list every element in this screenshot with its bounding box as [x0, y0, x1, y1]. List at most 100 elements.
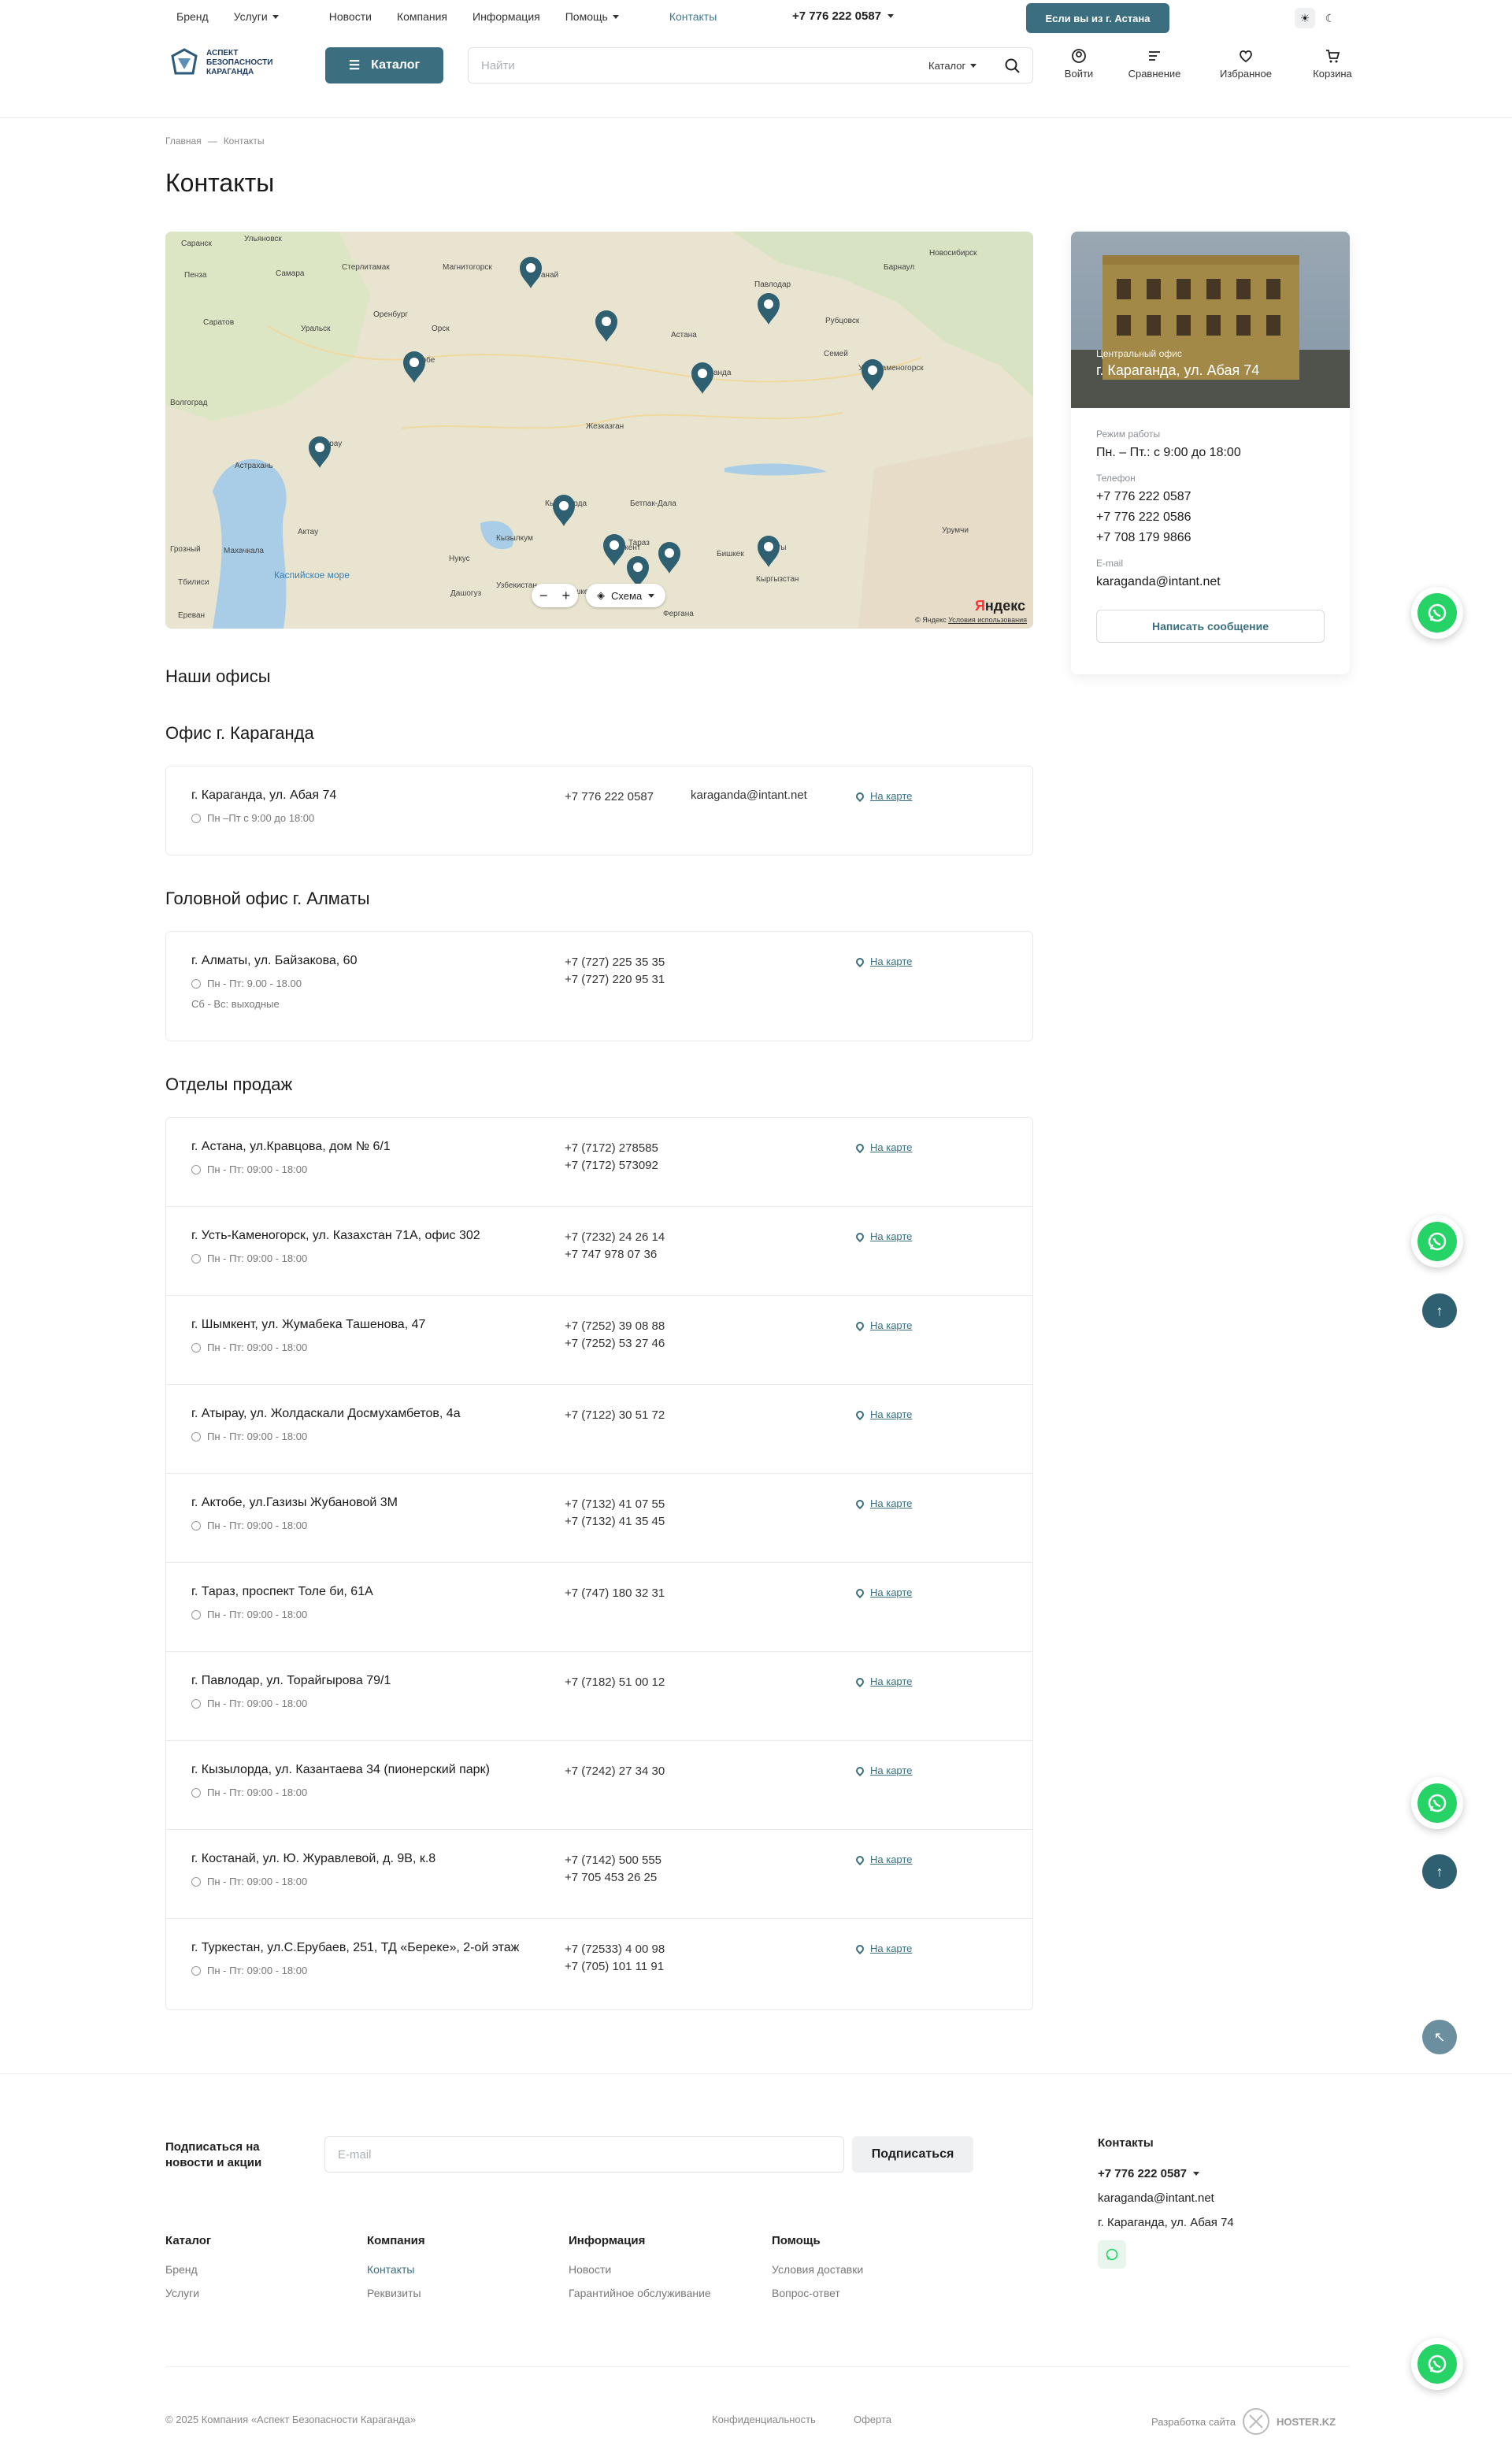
show-on-map-link[interactable]: На карте — [854, 1765, 912, 1776]
top-nav-item[interactable]: Услуги — [234, 10, 304, 23]
office-email[interactable]: karaganda@intant.net — [691, 789, 807, 802]
top-nav-item[interactable]: Компания — [397, 10, 447, 23]
catalog-button[interactable]: ☰ Каталог — [325, 47, 443, 83]
top-nav-item[interactable]: Контакты — [669, 10, 717, 23]
map-terms[interactable]: © Яндекс Условия использования — [915, 616, 1027, 624]
layer-select[interactable]: ◈ Схема — [586, 584, 666, 607]
office-phone[interactable]: +7 (7172) 573092 — [565, 1157, 658, 1174]
office-phone[interactable]: +7 776 222 0587 — [565, 789, 654, 806]
scroll-up-button[interactable]: ↑ — [1422, 1854, 1457, 1889]
compare-button[interactable]: Сравнение — [1123, 47, 1186, 80]
footer-link[interactable]: Контакты — [367, 2263, 425, 2276]
office-phone[interactable]: +7 776 222 0587 — [1096, 487, 1325, 507]
subscribe-email-input[interactable]: E-mail — [324, 2136, 844, 2173]
top-phone[interactable]: +7 776 222 0587 — [792, 9, 895, 23]
office-phone[interactable]: +7 776 222 0586 — [1096, 507, 1325, 528]
office-phone[interactable]: +7 (7252) 53 27 46 — [565, 1335, 665, 1353]
zoom-out-button[interactable]: − — [539, 588, 548, 604]
whatsapp-button[interactable] — [1411, 2338, 1463, 2390]
developer-credit[interactable]: Разработка сайта HOSTER.KZ — [1151, 2407, 1336, 2436]
scroll-up-button[interactable]: ↑ — [1422, 1293, 1457, 1328]
top-nav-item[interactable]: Бренд — [176, 10, 209, 23]
search-scope-select[interactable]: Каталог — [928, 60, 977, 72]
heart-button[interactable]: Избранное — [1214, 47, 1277, 80]
footer-link[interactable]: Условия доставки — [772, 2263, 863, 2276]
top-nav-item[interactable]: Информация — [472, 10, 540, 23]
whatsapp-icon[interactable] — [1098, 2240, 1126, 2269]
show-on-map-link[interactable]: На карте — [854, 1854, 912, 1865]
office-phones: +7 (7182) 51 00 12 — [565, 1674, 665, 1691]
office-phone[interactable]: +7 (705) 101 11 91 — [565, 1958, 665, 1976]
footer-email[interactable]: karaganda@intant.net — [1098, 2191, 1234, 2205]
sun-icon[interactable]: ☀ — [1295, 8, 1315, 28]
office-phone[interactable]: +7 (7172) 278585 — [565, 1140, 658, 1157]
footer-link[interactable]: Новости — [569, 2263, 711, 2276]
whatsapp-button[interactable] — [1411, 587, 1463, 639]
whatsapp-button[interactable] — [1411, 1777, 1463, 1829]
office-phone[interactable]: +7 747 978 07 36 — [565, 1246, 665, 1264]
cart-button[interactable]: Корзина — [1301, 47, 1364, 80]
offer-link[interactable]: Оферта — [854, 2414, 891, 2425]
write-message-button[interactable]: Написать сообщение — [1096, 610, 1325, 643]
scroll-top-button[interactable]: ↖ — [1422, 2020, 1457, 2054]
show-on-map-link[interactable]: На карте — [854, 1230, 912, 1242]
map-canvas[interactable]: Саранск Ульяновск Пенза Самара Стерлитамак Ма… — [165, 232, 1033, 629]
footer-link[interactable]: Вопрос-ответ — [772, 2287, 863, 2299]
office-address: г. Шымкент, ул. Жумабека Ташенова, 47 — [191, 1318, 426, 1331]
show-on-map-link[interactable]: На карте — [854, 1675, 912, 1687]
map-pin-icon — [854, 1319, 866, 1331]
office-phone[interactable]: +7 (7132) 41 07 55 — [565, 1496, 665, 1513]
city-button[interactable]: Если вы из г. Астана — [1026, 3, 1169, 33]
office-phone[interactable]: +7 (7242) 27 34 30 — [565, 1763, 665, 1780]
office-phone[interactable]: +7 (7132) 41 35 45 — [565, 1513, 665, 1531]
office-hours: Пн - Пт: 09:00 - 18:00 — [207, 1965, 308, 1976]
show-on-map-link[interactable]: На карте — [854, 1141, 912, 1153]
breadcrumb-home[interactable]: Главная — [165, 135, 202, 147]
show-on-map-link[interactable]: На карте — [854, 790, 912, 802]
show-on-map-link[interactable]: На карте — [854, 1586, 912, 1598]
search-input[interactable]: Найти — [481, 59, 515, 72]
logo[interactable]: АСПЕКТ БЕЗОПАСНОСТИ КАРАГАНДА — [169, 47, 272, 79]
office-email[interactable]: karaganda@intant.net — [1096, 572, 1325, 592]
office-phone[interactable]: +7 (7122) 30 51 72 — [565, 1407, 665, 1424]
sales-heading: Отделы продаж — [165, 1074, 293, 1094]
footer-link[interactable]: Услуги — [165, 2287, 211, 2299]
show-on-map-link[interactable]: На карте — [854, 956, 912, 967]
footer-link[interactable]: Реквизиты — [367, 2287, 425, 2299]
office-phone[interactable]: +7 (7182) 51 00 12 — [565, 1674, 665, 1691]
footer-column: Помощь Условия доставки Вопрос-ответ — [772, 2234, 863, 2310]
zoom-in-button[interactable]: + — [562, 588, 571, 604]
footer-link[interactable]: Гарантийное обслуживание — [569, 2287, 711, 2299]
map-city-label: Урумчи — [942, 526, 969, 535]
contacts-map[interactable]: Саранск Ульяновск Пенза Самара Стерлитамак Ма… — [165, 232, 1033, 629]
office-phone[interactable]: +7 (72533) 4 00 98 — [565, 1941, 665, 1958]
show-on-map-link[interactable]: На карте — [854, 1943, 912, 1954]
map-city-label: Бетпак-Дала — [630, 499, 676, 508]
moon-icon[interactable]: ☾ — [1320, 8, 1340, 28]
office-address: г. Кызылорда, ул. Казантаева 34 (пионерс… — [191, 1763, 490, 1776]
map-city-label: Грозный — [170, 545, 201, 554]
show-on-map-link[interactable]: На карте — [854, 1497, 912, 1509]
office-phone[interactable]: +7 (7252) 39 08 88 — [565, 1318, 665, 1335]
office-phone[interactable]: +7 705 453 26 25 — [565, 1869, 662, 1887]
logo-icon — [171, 48, 198, 75]
office-phones[interactable]: +7 (727) 225 35 35 +7 (727) 220 95 31 — [565, 954, 665, 989]
logo-text: АСПЕКТ БЕЗОПАСНОСТИ КАРАГАНДА — [206, 49, 273, 76]
office-phone[interactable]: +7 (747) 180 32 31 — [565, 1585, 665, 1602]
office-phone[interactable]: +7 708 179 9866 — [1096, 528, 1325, 548]
top-nav-item[interactable]: Новости — [329, 10, 372, 23]
office-phone[interactable]: +7 (7142) 500 555 — [565, 1852, 662, 1869]
office-phone[interactable]: +7 (7232) 24 26 14 — [565, 1229, 665, 1246]
top-nav-item[interactable]: Помощь — [565, 10, 644, 23]
map-city-label: Стерлитамак — [342, 263, 390, 272]
search-icon[interactable] — [1004, 58, 1021, 75]
subscribe-button[interactable]: Подписаться — [852, 2136, 973, 2173]
whatsapp-button[interactable] — [1411, 1215, 1463, 1267]
footer-phone[interactable]: +7 776 222 0587 — [1098, 2167, 1234, 2180]
user-button[interactable]: Войти — [1047, 47, 1110, 80]
map-pin-icon — [854, 1854, 866, 1865]
privacy-link[interactable]: Конфиденциальность — [712, 2414, 816, 2425]
show-on-map-link[interactable]: На карте — [854, 1319, 912, 1331]
footer-link[interactable]: Бренд — [165, 2263, 211, 2276]
show-on-map-link[interactable]: На карте — [854, 1408, 912, 1420]
